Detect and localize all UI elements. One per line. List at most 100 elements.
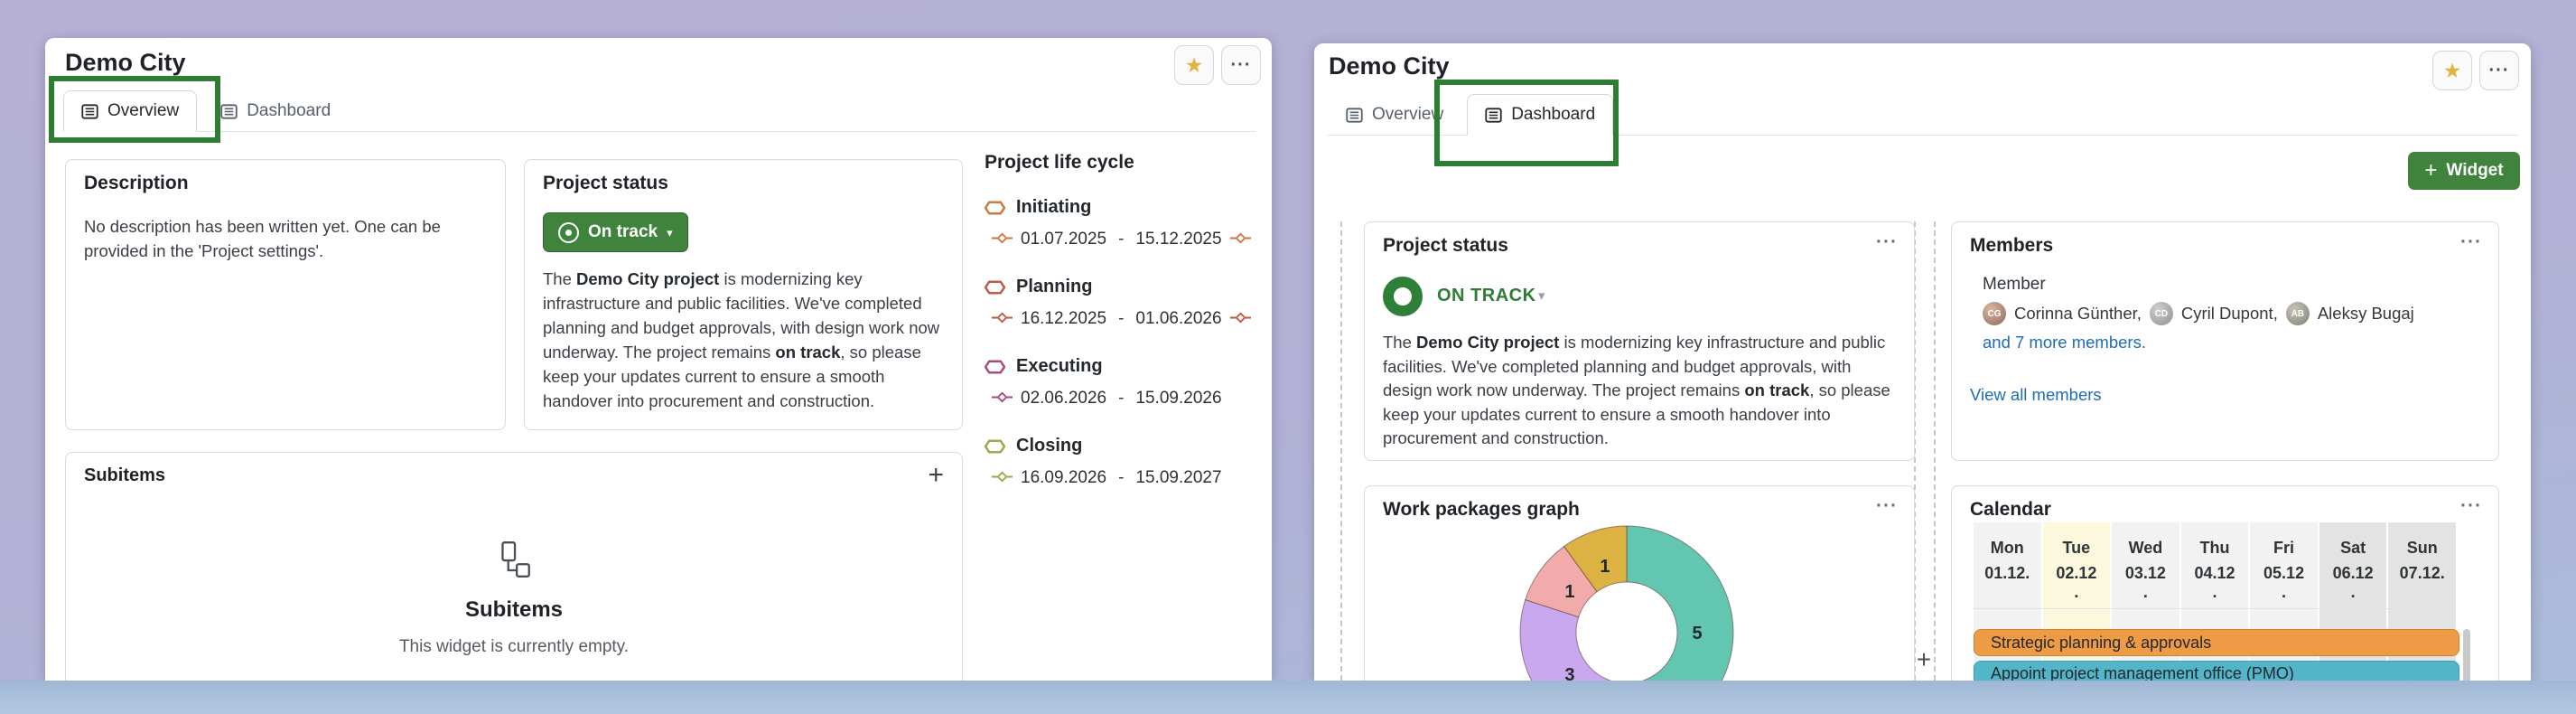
- card-menu-button[interactable]: ···: [2460, 495, 2482, 517]
- calendar-day-header: Wed03.12.: [2112, 522, 2179, 681]
- card-title: Calendar: [1970, 499, 2051, 521]
- tab-dashboard[interactable]: Dashboard: [202, 90, 349, 132]
- date-separator: -: [1115, 389, 1127, 409]
- status-description: The Demo City project is modernizing key…: [543, 267, 946, 413]
- member-avatar[interactable]: CD: [2150, 302, 2173, 325]
- add-subitem-button[interactable]: +: [928, 460, 944, 491]
- day-name: Fri: [2250, 535, 2318, 560]
- milestone-diamond-icon: [992, 232, 1013, 244]
- lifecycle-section: Project life cycle Initiating 01.07.2025…: [985, 152, 1265, 515]
- phase-name: Initiating: [1016, 197, 1091, 218]
- calendar-day-header: Mon01.12.: [1974, 522, 2041, 681]
- phase-name: Executing: [1016, 356, 1103, 377]
- add-widget-gutter-button[interactable]: +: [1908, 644, 1940, 676]
- more-members-link[interactable]: and 7 more members.: [1983, 333, 2146, 352]
- tab-dashboard[interactable]: Dashboard: [1467, 94, 1613, 136]
- member-avatar[interactable]: CG: [1983, 302, 2006, 325]
- donut-segment-label: 1: [1564, 582, 1574, 602]
- member-name[interactable]: Cyril Dupont,: [2181, 304, 2278, 324]
- bottom-background-band: [0, 681, 2576, 714]
- tab-bar: Overview Dashboard: [63, 90, 1255, 132]
- calendar-day-header: Tue02.12.: [2043, 522, 2111, 681]
- calendar-week-grid: Mon01.12. Tue02.12. Wed03.12. Thu04.12. …: [1974, 522, 2456, 681]
- ellipsis-icon: ···: [1231, 56, 1252, 74]
- favorite-button[interactable]: ★: [1174, 45, 1214, 85]
- event-label: Strategic planning & approvals: [1991, 634, 2211, 653]
- calendar-event-bar[interactable]: Appoint project management office (PMO): [1974, 661, 2459, 681]
- date-separator: -: [1115, 230, 1127, 249]
- day-dot: .: [2319, 586, 2387, 598]
- date-separator: -: [1115, 468, 1127, 488]
- page-title: Demo City: [65, 49, 186, 77]
- donut-segment[interactable]: [1627, 526, 1733, 681]
- day-name: Mon: [1974, 535, 2041, 560]
- card-title: Members: [1970, 235, 2053, 257]
- tab-overview[interactable]: Overview: [1328, 94, 1461, 136]
- card-menu-button[interactable]: ···: [1876, 495, 1898, 517]
- card-menu-button[interactable]: ···: [1876, 231, 1898, 253]
- more-actions-button[interactable]: ···: [1221, 45, 1261, 85]
- phase-end-date: 01.06.2026: [1135, 309, 1221, 329]
- phase-end-date: 15.09.2026: [1135, 389, 1221, 409]
- calendar-event-bar[interactable]: Strategic planning & approvals: [1974, 629, 2459, 656]
- day-name: Tue: [2043, 535, 2111, 560]
- tab-overview[interactable]: Overview: [63, 90, 197, 132]
- card-menu-button[interactable]: ···: [2460, 231, 2482, 253]
- calendar-day-header: Thu04.12.: [2181, 522, 2249, 681]
- status-dropdown-button[interactable]: On track ▾: [543, 212, 688, 252]
- view-all-members-link[interactable]: View all members: [1970, 385, 2102, 405]
- tab-bar: Overview Dashboard: [1328, 94, 2518, 136]
- member-avatar[interactable]: AB: [2286, 302, 2310, 325]
- phase-start-date: 16.09.2026: [1021, 468, 1106, 488]
- status-ring-icon: [1383, 277, 1423, 316]
- day-date: 06.12: [2319, 560, 2387, 586]
- member-name[interactable]: Corinna Günther,: [2014, 304, 2142, 324]
- empty-state-title: Subitems: [66, 597, 962, 623]
- lifecycle-phase: Planning 16.12.2025 - 01.06.2026: [985, 277, 1265, 329]
- member-name[interactable]: Aleksy Bugaj: [2318, 304, 2414, 324]
- status-label[interactable]: ON TRACK: [1437, 286, 1536, 306]
- calendar-scrollbar[interactable]: [2463, 629, 2470, 681]
- phase-end-date: 15.12.2025: [1135, 230, 1221, 249]
- status-text-bold: Demo City project: [576, 269, 719, 288]
- phase-gate-icon: [985, 439, 1005, 454]
- milestone-diamond-icon: [992, 391, 1013, 403]
- day-date: 02.12: [2043, 560, 2111, 586]
- event-label: Appoint project management office (PMO): [1991, 664, 2294, 681]
- phase-gate-icon: [985, 201, 1005, 215]
- work-packages-graph-card: Work packages graph ··· 5311: [1364, 485, 1915, 681]
- grid-icon: [1346, 107, 1363, 124]
- phase-end-date: 15.09.2027: [1135, 468, 1221, 488]
- day-dot: .: [2181, 586, 2249, 598]
- empty-state: Subitems This widget is currently empty.: [66, 539, 962, 657]
- star-icon: ★: [2443, 61, 2462, 81]
- more-actions-button[interactable]: ···: [2479, 51, 2519, 90]
- favorite-button[interactable]: ★: [2432, 51, 2472, 90]
- ellipsis-icon: ···: [2489, 61, 2510, 80]
- star-icon: ★: [1185, 55, 1204, 76]
- window-actions: ★ ···: [1174, 45, 1261, 85]
- tab-label: Overview: [1372, 105, 1443, 125]
- day-name: Sat: [2319, 535, 2387, 560]
- tab-label: Overview: [107, 101, 179, 121]
- lifecycle-phase: Closing 16.09.2026 - 15.09.2027: [985, 436, 1265, 488]
- members-row: CG Corinna Günther, CD Cyril Dupont, AB …: [1983, 302, 2414, 325]
- calendar-day-header: Sun07.12.: [2388, 522, 2456, 681]
- phase-start-date: 01.07.2025: [1021, 230, 1106, 249]
- card-title: Work packages graph: [1383, 499, 1580, 521]
- donut-segment-label: 5: [1692, 624, 1702, 644]
- subitems-card: Subitems + Subitems This widget is curre…: [65, 452, 963, 681]
- caret-down-icon: ▾: [1538, 287, 1545, 304]
- day-name: Wed: [2112, 535, 2179, 560]
- add-widget-button[interactable]: + Widget: [2408, 152, 2520, 190]
- calendar-day-header: Sat06.12.: [2319, 522, 2387, 681]
- milestone-diamond-icon: [1230, 232, 1251, 244]
- phase-start-date: 16.12.2025: [1021, 309, 1106, 329]
- card-title: Subitems: [84, 465, 165, 486]
- phase-start-date: 02.06.2026: [1021, 389, 1106, 409]
- calendar-divider: [1974, 608, 2456, 609]
- subitems-icon: [493, 539, 535, 580]
- grid-guide-line: [1934, 221, 1936, 681]
- day-date: 05.12: [2250, 560, 2318, 586]
- page-title: Demo City: [1329, 52, 1450, 80]
